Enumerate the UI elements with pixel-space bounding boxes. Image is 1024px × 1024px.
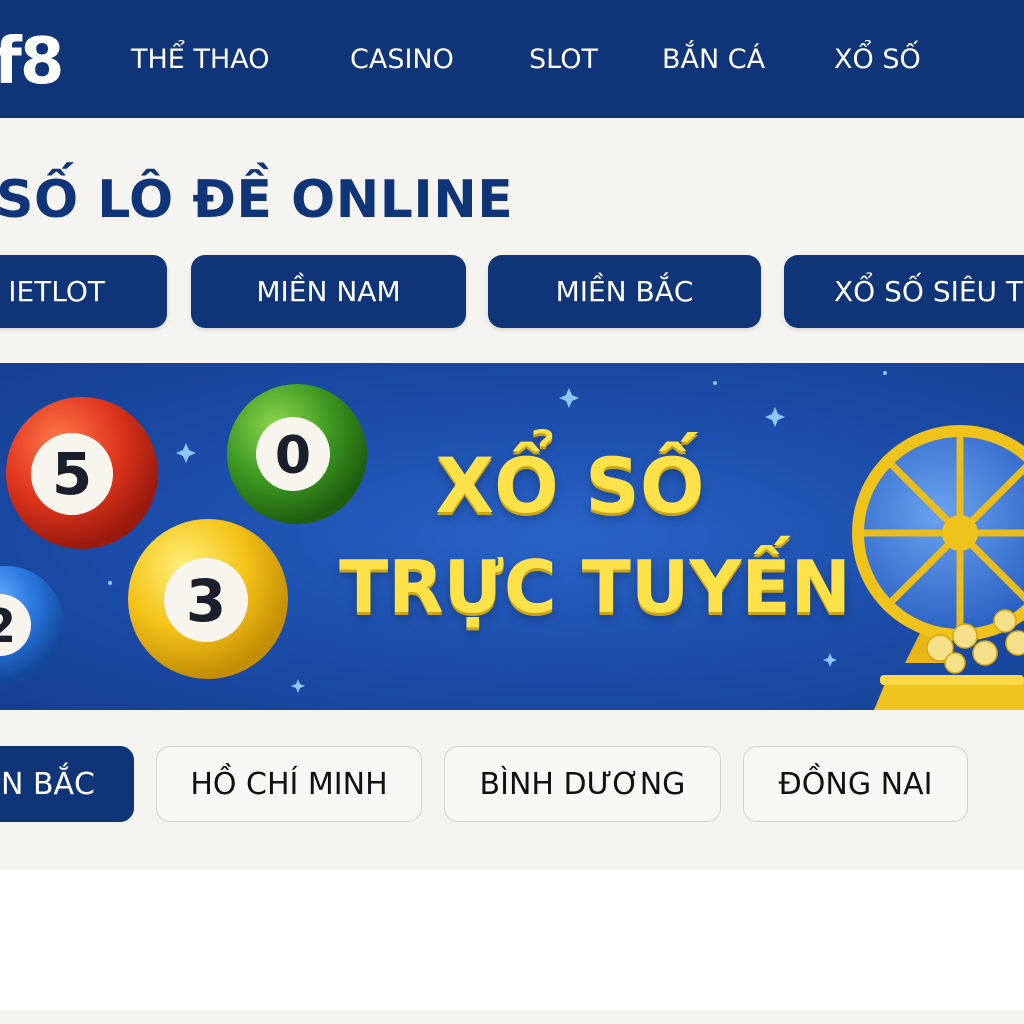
- top-navigation-bar: f8 THỂ THAO CASINO SLOT BẮN CÁ XỔ SỐ: [0, 0, 1024, 118]
- lottery-ball-2: 2: [0, 566, 64, 682]
- lottery-drum-icon: [852, 425, 1024, 710]
- footer-strip: [0, 1010, 1024, 1024]
- nav-item-slot[interactable]: SLOT: [529, 40, 598, 80]
- category-north-button[interactable]: MIỀN BẮC: [488, 255, 761, 328]
- nav-item-sports[interactable]: THỂ THAO: [131, 40, 269, 80]
- svg-text:0: 0: [275, 426, 311, 486]
- banner-headline-line-2: TRỰC TUYẾN: [339, 545, 851, 629]
- svg-text:3: 3: [186, 567, 226, 635]
- lottery-ball-5: 5: [6, 397, 158, 549]
- banner-artwork: 5 0 3 2: [0, 371, 1024, 710]
- category-south-button[interactable]: MIỀN NAM: [191, 255, 466, 328]
- banner-headline-line-1: XỔ SỐ: [435, 441, 705, 530]
- province-chip-ho-chi-minh[interactable]: HỒ CHÍ MINH: [156, 746, 422, 822]
- category-super-lottery-button[interactable]: XỔ SỐ SIÊU T: [784, 255, 1024, 328]
- main-content: SỐ LÔ ĐỀ ONLINE IETLOT MIỀN NAM MIỀN BẮC…: [0, 118, 1024, 870]
- lottery-ball-0: 0: [227, 384, 367, 524]
- page-title: SỐ LÔ ĐỀ ONLINE: [0, 170, 514, 230]
- site-logo[interactable]: f8: [0, 22, 64, 102]
- category-vietlott-button[interactable]: IETLOT: [0, 255, 167, 328]
- lottery-ball-3: 3: [128, 519, 288, 679]
- nav-item-lottery[interactable]: XỔ SỐ: [834, 40, 921, 80]
- province-chip-binh-duong[interactable]: BÌNH DƯƠNG: [444, 746, 721, 822]
- nav-item-casino[interactable]: CASINO: [350, 40, 454, 80]
- province-chip-north[interactable]: N BẮC: [0, 746, 134, 822]
- nav-item-fishing[interactable]: BẮN CÁ: [662, 40, 765, 80]
- promo-banner[interactable]: 5 0 3 2: [0, 363, 1024, 710]
- svg-text:5: 5: [52, 440, 92, 508]
- svg-text:2: 2: [0, 599, 16, 653]
- province-chip-dong-nai[interactable]: ĐỒNG NAI: [743, 746, 968, 822]
